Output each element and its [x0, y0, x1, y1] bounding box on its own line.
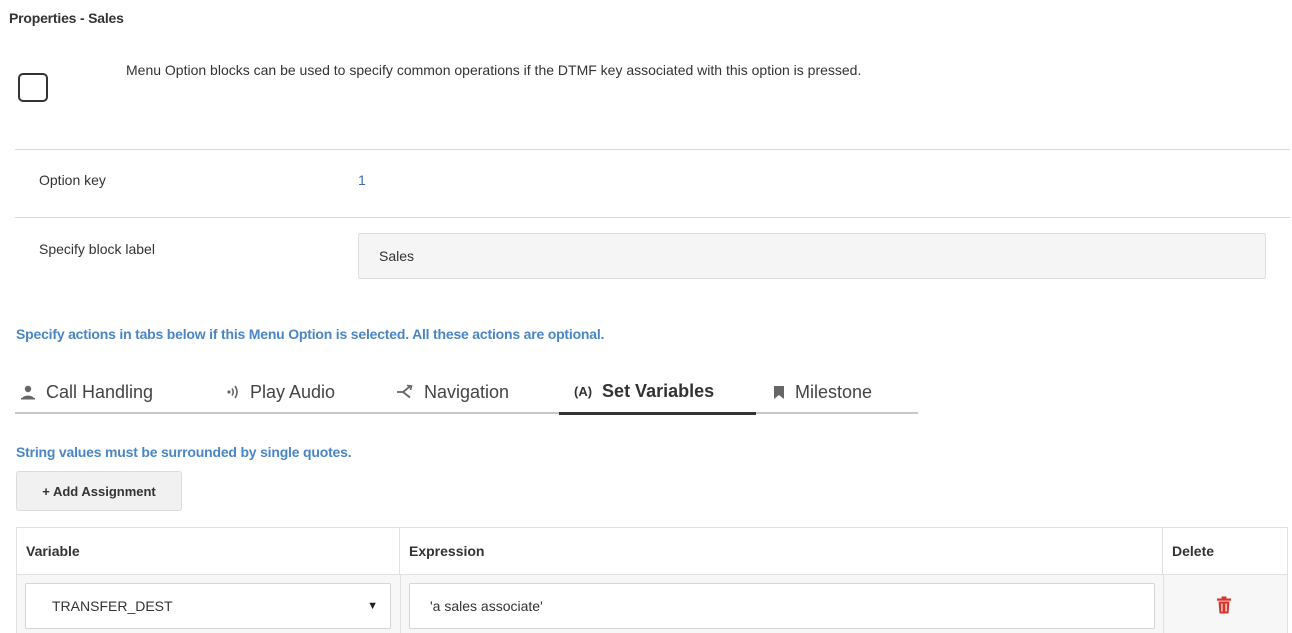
block-description: Menu Option blocks can be used to specif…	[126, 62, 862, 78]
audio-icon	[226, 384, 240, 400]
variable-icon: (A)	[574, 383, 593, 399]
column-header-variable: Variable	[17, 528, 400, 574]
tab-label: Set Variables	[602, 380, 715, 401]
option-key-label: Option key	[39, 172, 106, 188]
block-label-label: Specify block label	[39, 241, 155, 257]
string-values-hint: String values must be surrounded by sing…	[16, 444, 352, 460]
block-label-input[interactable]	[358, 233, 1266, 279]
variable-select-value: TRANSFER_DEST	[52, 598, 173, 614]
divider	[15, 217, 1290, 218]
tab-milestone[interactable]: Milestone	[773, 370, 872, 414]
tab-label: Call Handling	[46, 381, 154, 402]
actions-hint: Specify actions in tabs below if this Me…	[16, 326, 605, 342]
column-header-expression: Expression	[400, 528, 1163, 574]
action-tabs: Call Handling Play Audio Navigation (A) …	[15, 370, 918, 415]
tab-call-handling[interactable]: Call Handling	[20, 370, 153, 414]
tab-label: Play Audio	[250, 381, 336, 402]
variable-select[interactable]: TRANSFER_DEST ▼	[25, 583, 391, 629]
page-title: Properties - Sales	[9, 10, 124, 26]
tab-navigation[interactable]: Navigation	[396, 370, 509, 414]
table-row: TRANSFER_DEST ▼	[17, 574, 1287, 633]
add-assignment-button[interactable]: + Add Assignment	[16, 471, 182, 511]
tab-play-audio[interactable]: Play Audio	[226, 370, 335, 414]
trash-icon	[1217, 596, 1231, 619]
bookmark-icon	[773, 385, 785, 400]
option-key-value: 1	[358, 172, 366, 188]
assignments-table: Variable Expression Delete TRANSFER_DEST…	[16, 527, 1288, 633]
tab-label: Milestone	[795, 381, 873, 402]
person-icon	[20, 384, 36, 400]
dropdown-caret-icon: ▼	[367, 600, 378, 612]
tab-label: Navigation	[424, 381, 510, 402]
tab-set-variables[interactable]: (A) Set Variables	[559, 370, 756, 415]
divider	[15, 149, 1290, 150]
branch-icon	[396, 384, 414, 400]
delete-assignment-button[interactable]	[1212, 595, 1236, 619]
column-header-delete: Delete	[1172, 543, 1215, 559]
block-enable-checkbox[interactable]	[18, 73, 48, 102]
expression-input[interactable]	[409, 583, 1155, 629]
